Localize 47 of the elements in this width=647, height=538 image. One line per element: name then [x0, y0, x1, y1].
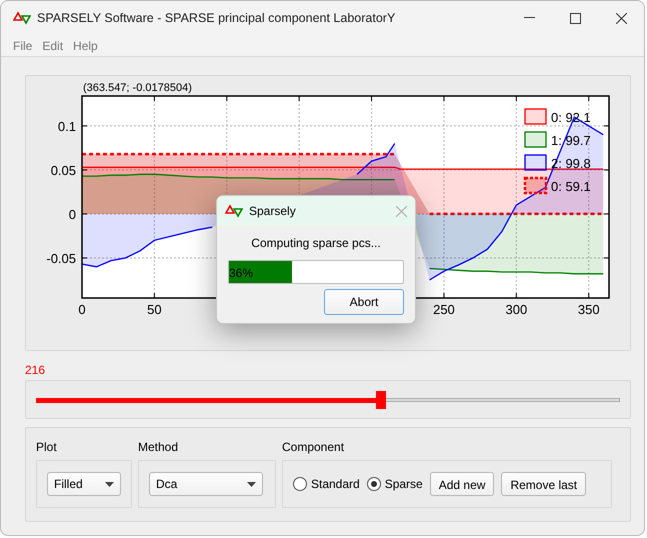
cursor-coordinates: (363.547; -0.0178504): [83, 82, 192, 94]
x-tick-label: 350: [578, 302, 600, 317]
app-logo-icon: [13, 11, 31, 25]
window-title: SPARSELY Software - SPARSE principal component LaboratorY: [37, 10, 396, 27]
y-tick-label: -0.05: [46, 250, 76, 266]
slider-handle[interactable]: [376, 391, 386, 409]
dialog-title: Sparsely: [249, 203, 296, 220]
y-tick-label: 0: [68, 206, 76, 222]
legend-label: 1: 99.7: [551, 133, 591, 148]
menu-item[interactable]: File: [13, 36, 32, 54]
legend-swatch: [524, 108, 547, 125]
progress-label: 36%: [229, 265, 254, 282]
y-tick-label: 0.05: [50, 162, 76, 178]
x-tick-label: 50: [147, 302, 162, 317]
plot-label: Plot: [36, 440, 57, 454]
close-icon[interactable]: [396, 206, 407, 216]
app-logo-icon: [225, 204, 243, 218]
method-label: Method: [138, 440, 178, 454]
slider-value: 216: [25, 363, 46, 377]
radio-button[interactable]: [366, 477, 381, 491]
y-tick-label: 0.1: [58, 118, 76, 134]
caret-icon: [105, 482, 114, 486]
menu-item[interactable]: Help: [73, 36, 98, 54]
radio-button[interactable]: [293, 477, 307, 491]
legend-label: 0: 92.1: [551, 110, 591, 125]
abort-button[interactable]: Abort: [324, 289, 404, 315]
action-button[interactable]: Remove last: [501, 472, 586, 496]
legend-swatch: [524, 131, 547, 148]
component-label: Component: [282, 440, 344, 454]
plot-dropdown[interactable]: Filled: [47, 472, 121, 496]
radio-option[interactable]: Sparse: [366, 475, 423, 493]
menu-item[interactable]: Edit: [42, 36, 64, 54]
close-icon: [616, 12, 626, 24]
x-tick-label: 250: [433, 302, 455, 317]
action-button[interactable]: Add new: [430, 472, 494, 496]
maximize-icon: [570, 12, 580, 24]
x-tick-label: 0: [78, 302, 86, 317]
progress-message: Computing sparse pcs...: [251, 236, 381, 250]
legend-swatch: [524, 154, 547, 171]
method-dropdown[interactable]: Dca: [149, 472, 263, 496]
caret-icon: [247, 482, 256, 486]
legend-swatch: [524, 176, 548, 194]
x-tick-label: 300: [506, 302, 528, 317]
radio-option[interactable]: Standard: [293, 475, 360, 493]
minimize-icon: [524, 17, 534, 19]
legend-label: 0: 59.1: [551, 179, 591, 194]
slider[interactable]: [36, 391, 620, 409]
